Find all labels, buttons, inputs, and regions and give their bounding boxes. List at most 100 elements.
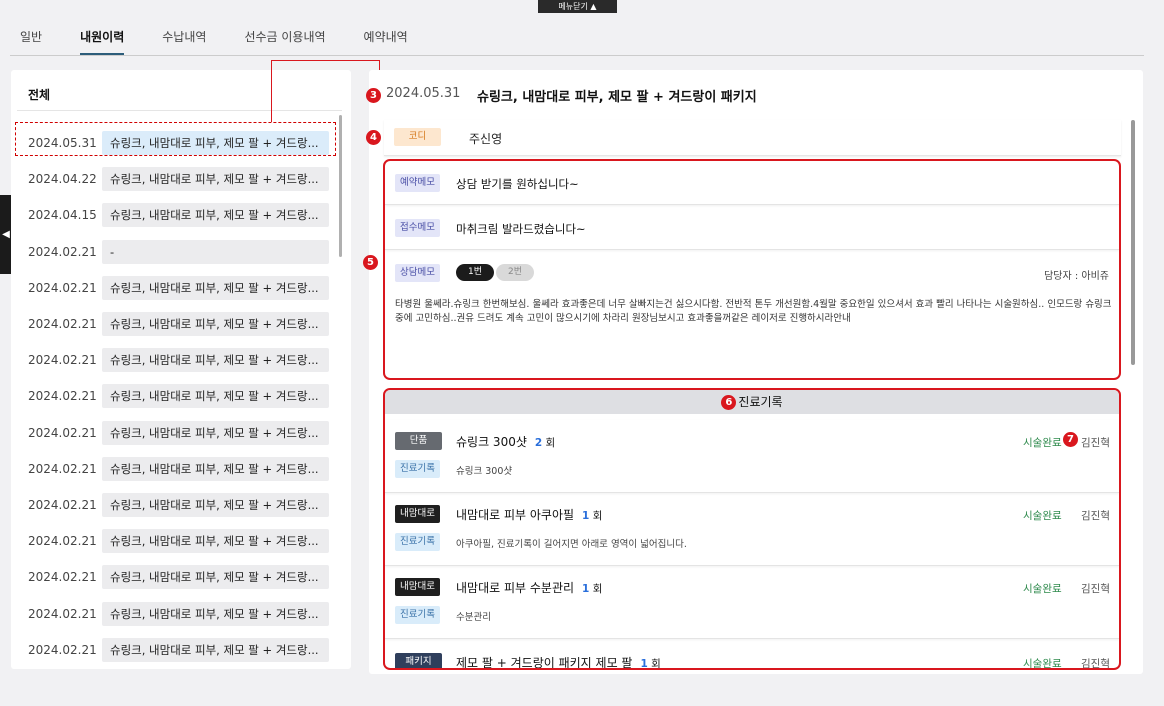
- treatment-count-number: 1: [582, 510, 590, 522]
- treatment-header: 6 진료기록: [385, 390, 1119, 414]
- treatment-count-unit: 회: [651, 658, 661, 670]
- visit-list-item[interactable]: 2024.02.21-: [11, 234, 341, 270]
- visit-list-item[interactable]: 2024.02.21 슈링크, 내맘대로 피부, 제모 팔 + 겨드랑...: [11, 559, 341, 595]
- treatment-item: 내맘대로 내맘대로 피부 아쿠아필 1 회 시술완료 김진혁 진료기록 아쿠아필,…: [385, 493, 1119, 566]
- visit-date: 2024.02.21: [28, 642, 97, 657]
- reservation-memo-row: 예약메모 상담 받기를 원하십니다~: [385, 161, 1119, 205]
- treatment-count-number: 1: [582, 583, 590, 595]
- visit-list-item[interactable]: 2024.02.21 슈링크, 내맘대로 피부, 제모 팔 + 겨드랑...: [11, 415, 341, 451]
- visit-list: 2024.05.31 슈링크, 내맘대로 피부, 제모 팔 + 겨드랑... 20…: [11, 125, 341, 668]
- treatment-count-unit: 회: [592, 510, 603, 522]
- visit-list-item[interactable]: 2024.02.21 슈링크, 내맘대로 피부, 제모 팔 + 겨드랑...: [11, 595, 341, 631]
- visit-title: 슈링크, 내맘대로 피부, 제모 팔 + 겨드랑...: [102, 384, 329, 409]
- visit-date: 2024.02.21: [28, 425, 97, 440]
- treatment-count-unit: 회: [545, 437, 556, 449]
- list-scrollbar[interactable]: [339, 115, 342, 257]
- treatment-item: 내맘대로 내맘대로 피부 수분관리 1 회 시술완료 김진혁 진료기록 수분관리: [385, 566, 1119, 639]
- visit-list-item[interactable]: 2024.02.21 슈링크, 내맘대로 피부, 제모 팔 + 겨드랑...: [11, 523, 341, 559]
- treatment-name-text: 내맘대로 피부 아쿠아필: [456, 508, 575, 522]
- visit-list-item[interactable]: 2024.04.22 슈링크, 내맘대로 피부, 제모 팔 + 겨드랑...: [11, 161, 341, 197]
- treatment-doctor: 김진혁: [1081, 583, 1110, 595]
- annotation-badge-7: 7: [1063, 432, 1078, 447]
- tab-general[interactable]: 일반: [20, 28, 42, 56]
- annotation-badge-4: 4: [366, 130, 381, 145]
- visit-title: 슈링크, 내맘대로 피부, 제모 팔 + 겨드랑...: [102, 275, 329, 300]
- visit-date: 2024.02.21: [28, 606, 97, 621]
- visit-title: 슈링크, 내맘대로 피부, 제모 팔 + 겨드랑...: [102, 167, 329, 192]
- treatment-count-unit: 회: [592, 583, 603, 595]
- detail-date: 2024.05.31: [386, 86, 461, 101]
- visit-list-item[interactable]: 2024.02.21 슈링크, 내맘대로 피부, 제모 팔 + 겨드랑...: [11, 632, 341, 668]
- visit-date: 2024.02.21: [28, 534, 97, 549]
- chevron-left-icon: ◀: [2, 229, 10, 240]
- tab-divider: [10, 55, 1144, 56]
- visit-list-item[interactable]: 2024.02.21 슈링크, 내맘대로 피부, 제모 팔 + 겨드랑...: [11, 270, 341, 306]
- visit-title: 슈링크, 내맘대로 피부, 제모 팔 + 겨드랑...: [102, 637, 329, 662]
- memo-section: 예약메모 상담 받기를 원하십니다~ 접수메모 마취크림 발라드렸습니다~ 상담…: [383, 159, 1121, 380]
- treatment-type-tag: 패키지: [395, 653, 442, 668]
- visit-date: 2024.04.22: [28, 172, 97, 187]
- list-title: 전체: [28, 88, 51, 102]
- coordinator-row: 코디 주신영: [384, 120, 1121, 156]
- tab-prepaid-usage[interactable]: 선수금 이용내역: [244, 28, 325, 56]
- annotation-badge-6: 6: [721, 395, 737, 410]
- treatment-doctor: 김진혁: [1081, 658, 1110, 670]
- visit-date: 2024.02.21: [28, 570, 97, 585]
- visit-list-item[interactable]: 2024.02.21 슈링크, 내맘대로 피부, 제모 팔 + 겨드랑...: [11, 306, 341, 342]
- visit-list-item[interactable]: 2024.02.21 슈링크, 내맘대로 피부, 제모 팔 + 겨드랑...: [11, 342, 341, 378]
- treatment-count-number: 1: [640, 658, 648, 670]
- visit-title: 슈링크, 내맘대로 피부, 제모 팔 + 겨드랑...: [102, 492, 329, 517]
- record-tag: 진료기록: [395, 460, 440, 478]
- visit-title: 슈링크, 내맘대로 피부, 제모 팔 + 겨드랑...: [102, 456, 329, 481]
- visit-date: 2024.02.21: [28, 317, 97, 332]
- tab-payment-history[interactable]: 수납내역: [162, 28, 206, 56]
- treatment-count-number: 2: [534, 437, 543, 449]
- visit-date: 2024.02.21: [28, 244, 97, 259]
- visit-list-item[interactable]: 2024.04.15 슈링크, 내맘대로 피부, 제모 팔 + 겨드랑...: [11, 197, 341, 233]
- consult-chip-2[interactable]: 2번: [496, 264, 534, 281]
- treatment-status: 시술완료: [1023, 583, 1062, 595]
- visit-title: 슈링크, 내맘대로 피부, 제모 팔 + 겨드랑...: [102, 565, 329, 590]
- treatment-count: 1 회: [582, 583, 602, 595]
- treatment-section: 6 진료기록 단품 슈링크 300샷 2 회 시술완료 김진혁 진료기록 슈링크 3…: [383, 388, 1121, 670]
- consult-chip-1[interactable]: 1번: [456, 264, 494, 281]
- treatment-type-tag: 내맘대로: [395, 505, 440, 523]
- treatment-type-tag: 내맘대로: [395, 578, 440, 596]
- selection-highlight: [15, 122, 336, 156]
- treatment-status: 시술완료: [1023, 510, 1062, 522]
- record-text: 수분관리: [456, 612, 491, 623]
- annotation-badge-5: 5: [363, 255, 378, 270]
- detail-title: 슈링크, 내맘대로 피부, 제모 팔 + 겨드랑이 패키지: [477, 90, 757, 105]
- connector-line: [271, 60, 380, 61]
- visit-date: 2024.02.21: [28, 389, 97, 404]
- tab-bar: 일반 내원이력 수납내역 선수금 이용내역 예약내역: [20, 28, 446, 56]
- reception-memo-row: 접수메모 마취크림 발라드렸습니다~: [385, 206, 1119, 250]
- treatment-header-label: 진료기록: [738, 395, 783, 409]
- treatment-name-text: 내맘대로 피부 수분관리: [456, 581, 575, 595]
- treatment-count: 2 회: [535, 437, 555, 449]
- record-tag: 진료기록: [395, 533, 440, 551]
- reception-memo-text: 마취크림 발라드렸습니다~: [456, 222, 586, 236]
- tab-reservation-history[interactable]: 예약내역: [364, 28, 408, 56]
- detail-scrollbar[interactable]: [1131, 120, 1135, 365]
- visit-date: 2024.02.21: [28, 461, 97, 476]
- treatment-type-tag: 단품: [395, 432, 442, 450]
- tab-visit-history[interactable]: 내원이력: [80, 28, 125, 56]
- visit-title: 슈링크, 내맘대로 피부, 제모 팔 + 겨드랑...: [102, 601, 329, 626]
- reservation-memo-tag: 예약메모: [395, 174, 440, 192]
- record-tag: 진료기록: [395, 606, 440, 624]
- consult-memo-text: 타병원 울쎄라.슈링크 한번해보심. 울쎄라 효과좋은데 너무 살빠지는건 싫으…: [395, 299, 1112, 324]
- visit-list-item[interactable]: 2024.02.21 슈링크, 내맘대로 피부, 제모 팔 + 겨드랑...: [11, 487, 341, 523]
- visit-date: 2024.02.21: [28, 280, 97, 295]
- treatment-count: 1 회: [640, 658, 661, 670]
- treatment-item: 단품 슈링크 300샷 2 회 시술완료 김진혁 진료기록 슈링크 300샷: [385, 420, 1119, 493]
- menu-close-button[interactable]: 메뉴닫기 ▲: [538, 0, 617, 13]
- visit-list-item[interactable]: 2024.02.21 슈링크, 내맘대로 피부, 제모 팔 + 겨드랑...: [11, 378, 341, 414]
- visit-list-item[interactable]: 2024.02.21 슈링크, 내맘대로 피부, 제모 팔 + 겨드랑...: [11, 451, 341, 487]
- treatment-status: 시술완료: [1023, 658, 1062, 670]
- visit-date: 2024.02.21: [28, 353, 97, 368]
- reservation-memo-text: 상담 받기를 원하십니다~: [456, 177, 579, 191]
- treatment-name-text: 슈링크 300샷: [456, 435, 527, 449]
- list-divider: [17, 110, 342, 111]
- treatment-count: 1 회: [582, 510, 602, 522]
